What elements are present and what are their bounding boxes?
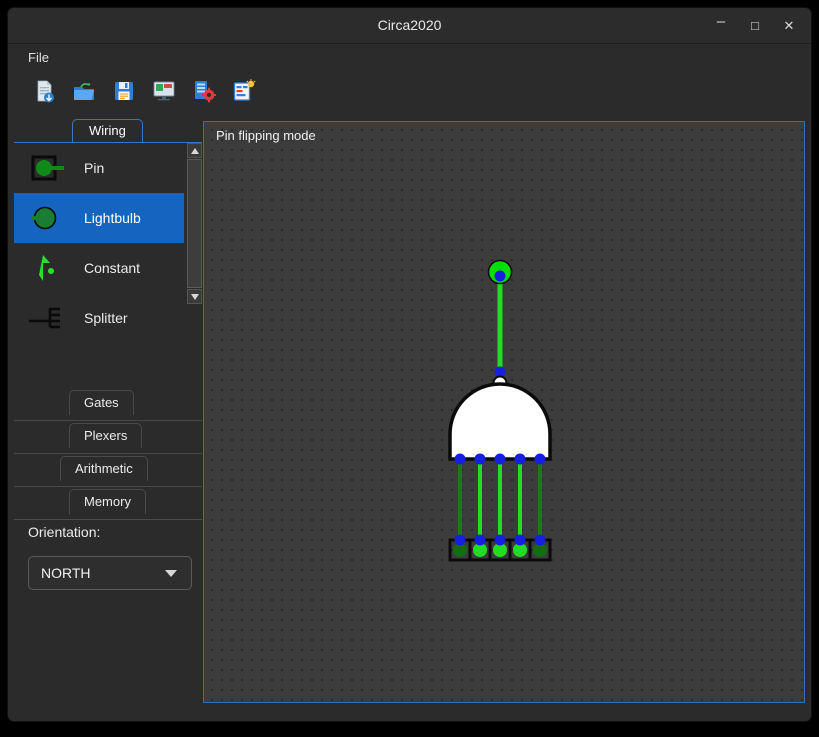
component-list-scroll: Pin Lightbulb Constant Splitter (14, 143, 184, 388)
menu-file[interactable]: File (20, 47, 57, 68)
sidebar-tab-memory[interactable]: Memory (14, 488, 202, 520)
input-pin-node-4[interactable] (514, 534, 526, 546)
chevron-down-icon (165, 569, 177, 577)
tab-divider (14, 420, 202, 421)
window-controls: – □ ✕ (705, 8, 805, 43)
scrollbar-track[interactable] (187, 159, 202, 288)
gate-input-node-1[interactable] (454, 453, 466, 465)
tab-label[interactable]: Plexers (69, 423, 143, 448)
tab-label[interactable]: Gates (69, 390, 134, 415)
component-item-pin[interactable]: Pin (14, 143, 184, 193)
input-pin-node-3[interactable] (494, 534, 506, 546)
input-pin-node-2[interactable] (474, 534, 486, 546)
tab-label[interactable]: Arithmetic (60, 456, 148, 481)
scroll-down-arrow-icon[interactable] (187, 289, 202, 304)
gate-input-node-5[interactable] (534, 453, 546, 465)
minimize-button[interactable]: – (705, 9, 737, 43)
save-floppy-icon[interactable] (112, 79, 136, 103)
maximize-button[interactable]: □ (739, 13, 771, 39)
component-item-constant[interactable]: Constant (14, 243, 184, 293)
lightbulb-icon (26, 201, 70, 235)
scrollbar-thumb[interactable] (187, 159, 202, 288)
simulation-settings-icon[interactable] (192, 79, 216, 103)
circuit-diagram[interactable] (204, 122, 804, 702)
component-item-splitter[interactable]: Splitter (14, 293, 184, 343)
component-label: Lightbulb (84, 210, 141, 226)
tab-divider (14, 453, 202, 454)
menu-bar: File (8, 44, 811, 70)
input-pin-node-5[interactable] (534, 534, 546, 546)
sidebar-tab-row: Wiring (14, 119, 202, 143)
sidebar: Wiring Pin Lightbulb Constant Splitter G… (14, 119, 202, 711)
new-file-icon[interactable] (32, 79, 56, 103)
pin-icon (26, 151, 70, 185)
sidebar-tab-gates[interactable]: Gates (14, 389, 202, 421)
component-label: Pin (84, 160, 105, 176)
window-title: Circa2020 (377, 17, 442, 33)
app-window: Circa2020 – □ ✕ File Wiring Pin Lightbul… (8, 8, 811, 721)
sidebar-tab-arithmetic[interactable]: Arithmetic (14, 455, 202, 487)
component-label: Splitter (84, 310, 128, 326)
open-folder-icon[interactable] (72, 79, 96, 103)
orientation-select[interactable]: NORTH (28, 556, 192, 590)
component-list: Pin Lightbulb Constant Splitter (14, 143, 202, 388)
toolbar (8, 70, 811, 112)
content-area: Wiring Pin Lightbulb Constant Splitter G… (8, 111, 811, 721)
export-image-icon[interactable] (152, 79, 176, 103)
bulb-pin-node[interactable] (494, 270, 506, 282)
tab-label[interactable]: Memory (69, 489, 146, 514)
orientation-label: Orientation: (28, 524, 101, 540)
orientation-value: NORTH (41, 565, 91, 581)
circuit-canvas[interactable]: Pin flipping mode (203, 121, 805, 703)
gate-input-node-2[interactable] (474, 453, 486, 465)
close-button[interactable]: ✕ (773, 13, 805, 39)
tab-divider (14, 486, 202, 487)
tab-divider (14, 519, 202, 520)
component-label: Constant (84, 260, 141, 276)
input-pin-node-1[interactable] (454, 534, 466, 546)
sidebar-tab-plexers[interactable]: Plexers (14, 422, 202, 454)
component-item-lightbulb[interactable]: Lightbulb (14, 193, 184, 243)
scroll-up-arrow-icon[interactable] (187, 143, 202, 158)
constant-icon (26, 251, 70, 285)
splitter-icon (26, 301, 70, 335)
tab-wiring[interactable]: Wiring (72, 119, 143, 142)
nand-gate-body[interactable] (448, 382, 552, 461)
title-bar: Circa2020 – □ ✕ (8, 8, 811, 44)
gate-input-node-3[interactable] (494, 453, 506, 465)
gate-input-node-4[interactable] (514, 453, 526, 465)
analyze-circuit-icon[interactable] (232, 79, 256, 103)
component-list-scrollbar[interactable] (187, 143, 202, 388)
